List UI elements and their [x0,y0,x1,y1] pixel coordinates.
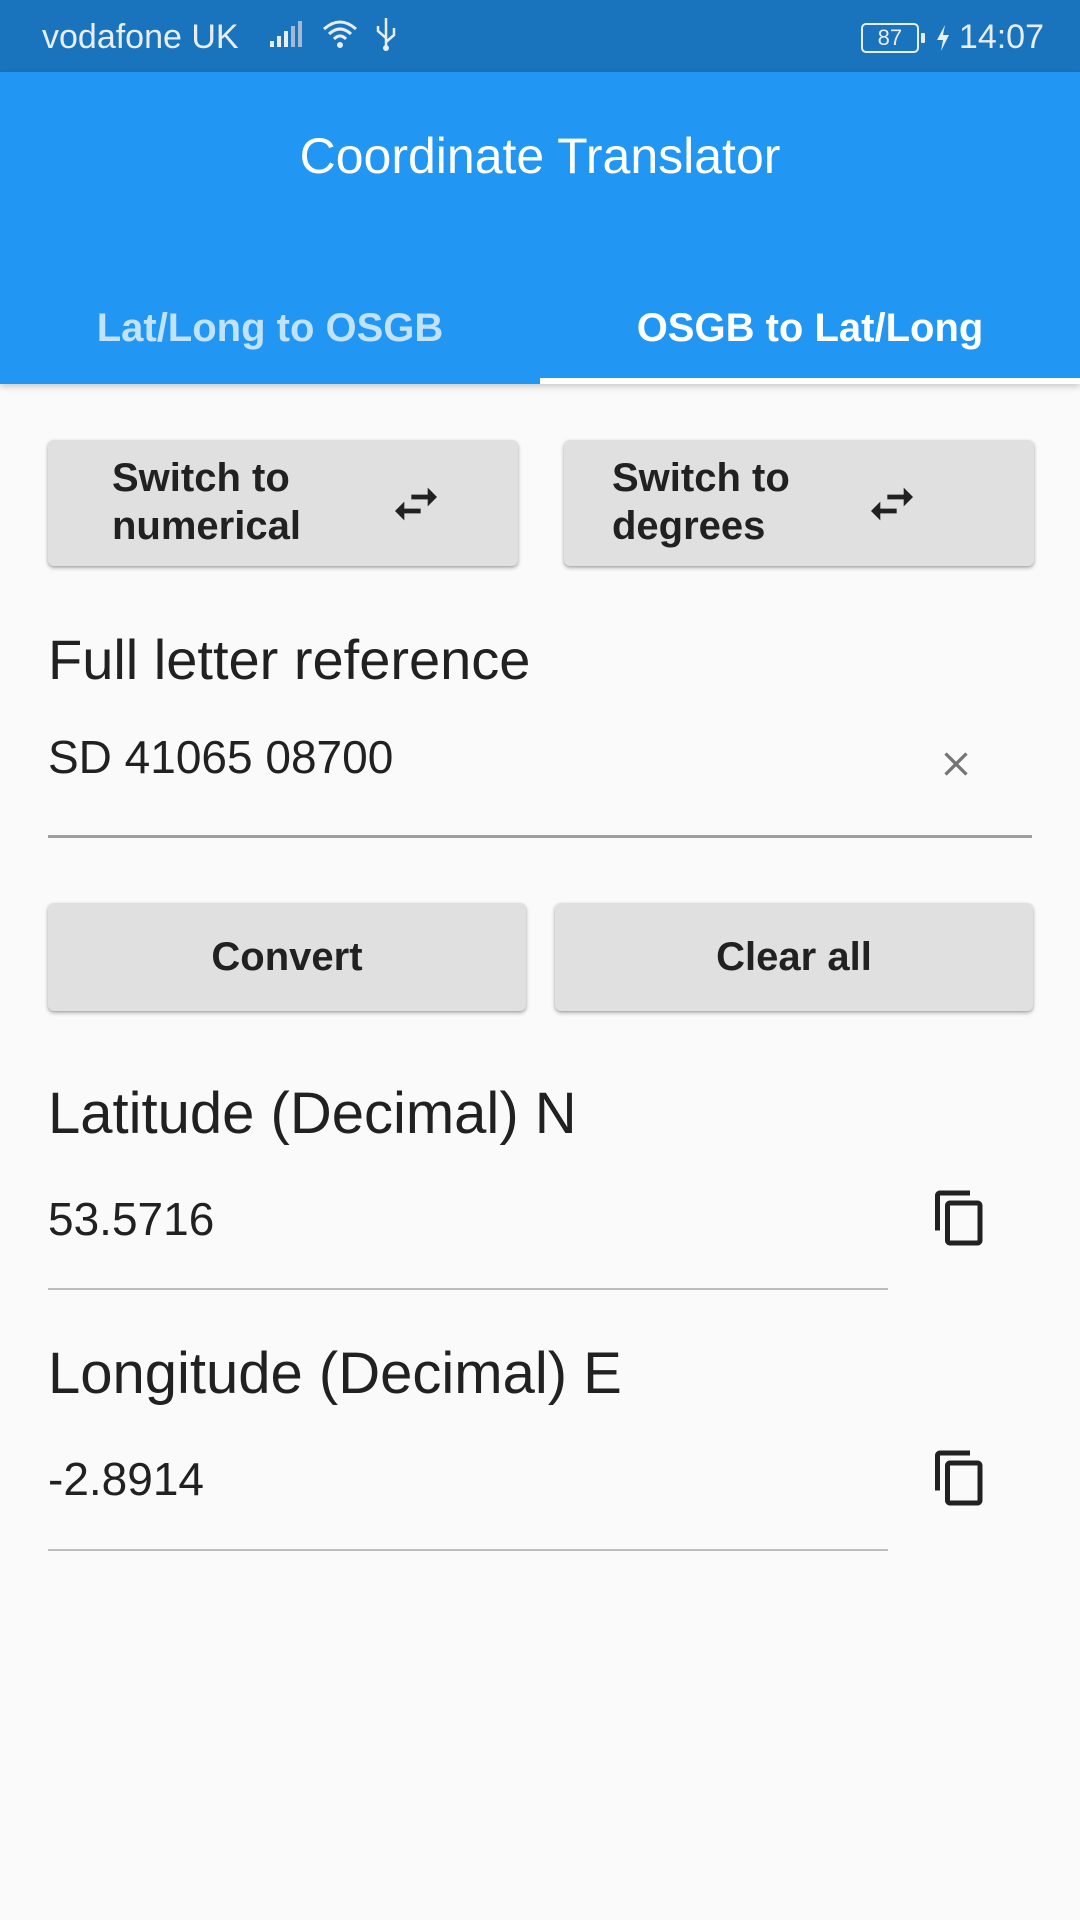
swap-horiz-icon [871,487,913,521]
tab-osgb-to-latlong[interactable]: OSGB to Lat/Long [540,272,1080,384]
tab-label: Lat/Long to OSGB [96,305,444,350]
battery-level: 87 [877,24,903,50]
switch-numerical-label: Switch to numerical [112,454,301,550]
longitude-label: Longitude (Decimal) E [48,1341,622,1406]
switch-to-degrees-button[interactable]: Switch to degrees [564,440,1034,566]
swap-horiz-icon [395,487,437,521]
latitude-underline [48,1288,888,1290]
input-underline [48,835,1032,838]
switch-numerical-line2: numerical [112,504,301,548]
battery-icon: 87 [860,22,925,53]
convert-button[interactable]: Convert [48,903,526,1011]
status-icons-right: 87 14:07 [860,18,1044,57]
switch-degrees-line1: Switch to [612,456,790,500]
tab-indicator [540,378,1080,384]
charging-icon [936,24,949,51]
usb-icon [376,18,396,51]
app-bar: Coordinate Translator Lat/Long to OSGB O… [0,72,1080,384]
letter-reference-input[interactable]: SD 41065 08700 [48,730,393,784]
wifi-icon [323,20,357,48]
latitude-label: Latitude (Decimal) N [48,1081,577,1146]
switch-degrees-label: Switch to degrees [612,454,790,550]
status-bar: vodafone UK 87 14:07 [0,0,1080,72]
app-title: Coordinate Translator [299,128,781,184]
latitude-value: 53.5716 [48,1193,215,1245]
input-label: Full letter reference [48,628,531,691]
tab-label: OSGB to Lat/Long [636,305,984,350]
copy-icon[interactable] [930,1448,990,1508]
clear-all-label: Clear all [716,934,872,979]
close-icon[interactable] [936,744,976,784]
status-icons-left [268,16,398,52]
switch-numerical-line1: Switch to [112,456,290,500]
longitude-underline [48,1549,888,1551]
switch-to-numerical-button[interactable]: Switch to numerical [48,440,518,566]
tab-latlong-to-osgb[interactable]: Lat/Long to OSGB [0,272,540,384]
clear-all-button[interactable]: Clear all [555,903,1033,1011]
switch-degrees-line2: degrees [612,504,766,548]
signal-icon [270,21,302,47]
clock: 14:07 [958,18,1044,56]
carrier-name: vodafone UK [42,18,239,56]
convert-label: Convert [211,934,363,979]
longitude-value: -2.8914 [48,1453,205,1505]
copy-icon[interactable] [930,1188,990,1248]
